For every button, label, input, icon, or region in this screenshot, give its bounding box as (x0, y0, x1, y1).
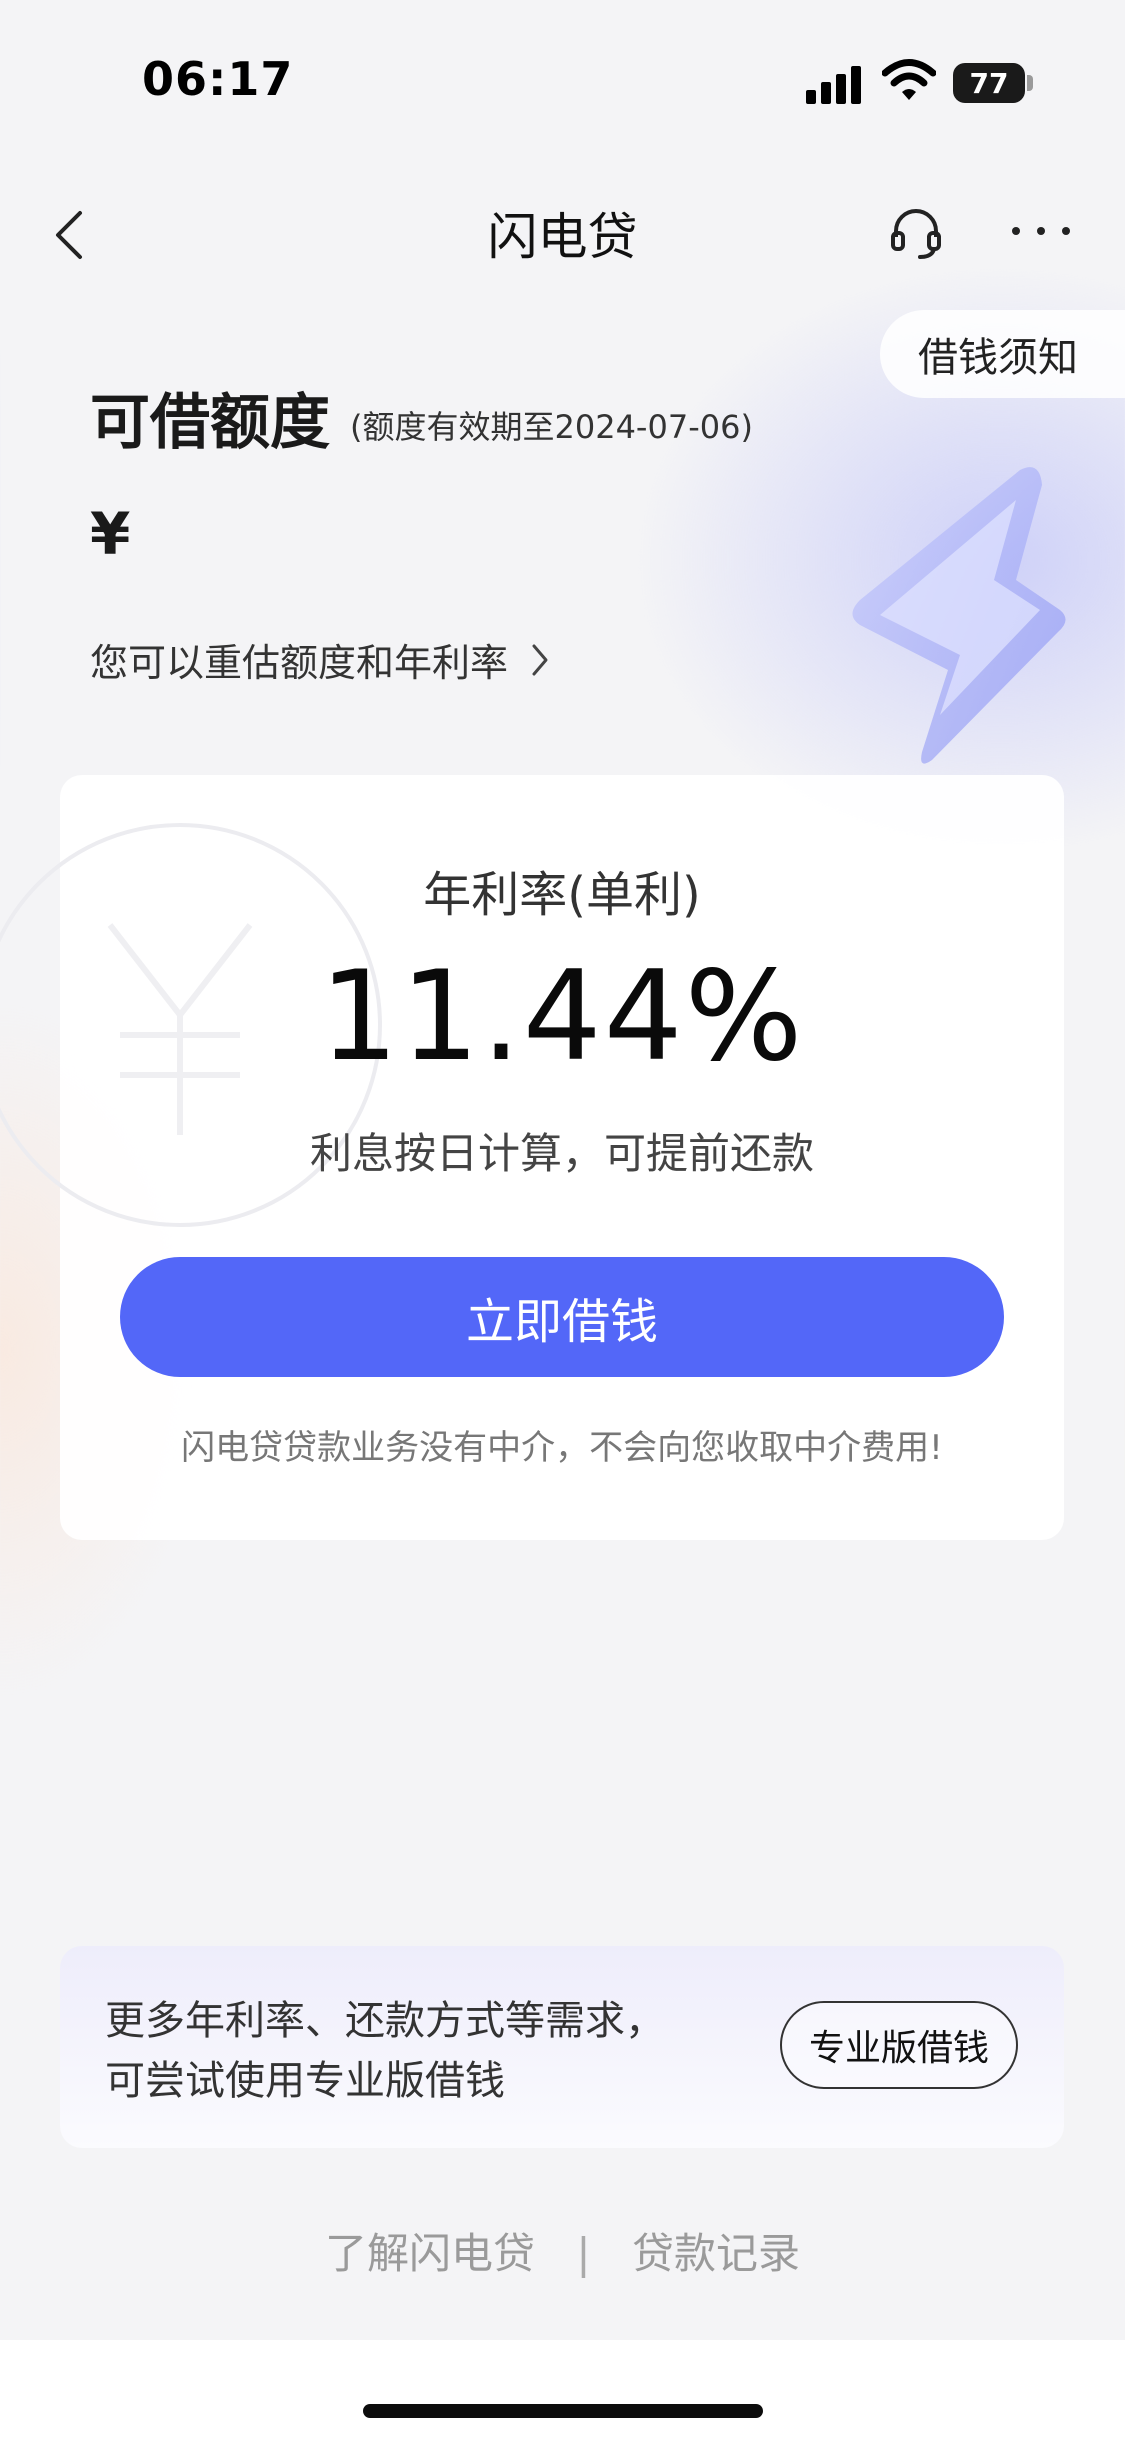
loan-records-link[interactable]: 贷款记录 (632, 2229, 800, 2278)
battery-icon: 77 (953, 63, 1025, 103)
reassess-link-label: 您可以重估额度和年利率 (90, 641, 509, 685)
annual-rate-label: 年利率(单利) (423, 867, 701, 923)
promo-text-line2: 可尝试使用专业版借钱 (105, 2058, 505, 2104)
more-icon[interactable] (1010, 222, 1072, 242)
cellular-signal-icon (806, 64, 864, 104)
battery-tip (1027, 75, 1033, 91)
interest-note: 利息按日计算，可提前还款 (309, 1129, 814, 1178)
home-indicator[interactable] (363, 2404, 763, 2418)
annual-rate-value: 11.44% (319, 945, 805, 1089)
customer-service-icon[interactable] (888, 205, 944, 261)
footer-links: 了解闪电贷 | 贷款记录 (0, 2220, 1125, 2281)
currency-symbol: ¥ (90, 500, 131, 568)
lightning-bolt-illustration (852, 467, 1066, 764)
status-time: 06:17 (142, 52, 294, 106)
battery-level: 77 (969, 66, 1009, 100)
promo-text-line1: 更多年利率、还款方式等需求， (105, 1998, 665, 2044)
bottom-safe-area (0, 2340, 1125, 2439)
wifi-icon (882, 59, 936, 100)
chevron-right-icon (532, 644, 548, 675)
pro-version-promo-card: 更多年利率、还款方式等需求， 可尝试使用专业版借钱 专业版借钱 (60, 1946, 1064, 2148)
pro-borrow-button[interactable]: 专业版借钱 (780, 2001, 1018, 2089)
credit-validity-text: (额度有效期至2024-07-06) (350, 408, 753, 446)
credit-limit-title: 可借额度 (90, 388, 330, 458)
footer-separator: | (576, 2229, 591, 2278)
reassess-limit-link[interactable]: 您可以重估额度和年利率 (90, 632, 550, 687)
no-intermediary-disclaimer: 闪电贷贷款业务没有中介，不会向您收取中介费用! (181, 1428, 943, 1468)
borrowing-notice-button[interactable]: 借钱须知 (880, 310, 1125, 398)
about-link[interactable]: 了解闪电贷 (325, 2229, 535, 2278)
page-title: 闪电贷 (487, 208, 638, 266)
rate-card: 年利率(单利) 11.44% 利息按日计算，可提前还款 立即借钱 闪电贷贷款业务… (0, 775, 1064, 1540)
borrow-now-button[interactable]: 立即借钱 (120, 1257, 1004, 1377)
